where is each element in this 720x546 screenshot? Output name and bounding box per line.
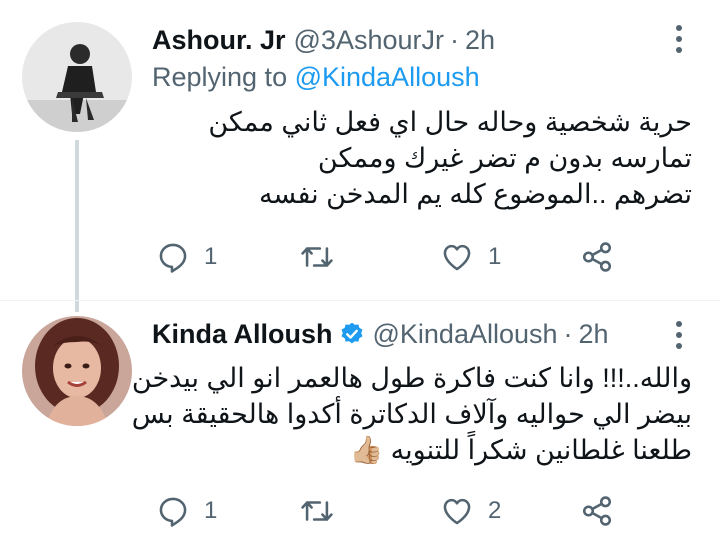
heart-icon — [443, 244, 471, 271]
like-button[interactable]: 2 — [440, 491, 501, 531]
replying-to: Replying to @KindaAlloush — [152, 62, 480, 93]
share-button[interactable] — [580, 491, 614, 531]
heart-icon — [443, 498, 471, 525]
tweet-text: والله..!!! وانا كنت فاكرة طول هالعمر انو… — [132, 360, 692, 468]
tweet-ashour[interactable]: Ashour. Jr @3AshourJr · 2h Replying to @… — [0, 0, 720, 312]
mention-link[interactable]: @KindaAlloush — [295, 62, 480, 92]
tweet-text-line: حرية شخصية وحاله حال اي فعل ثاني ممكن — [208, 107, 692, 137]
retweet-icon — [301, 247, 333, 267]
tweet-text: حرية شخصية وحاله حال اي فعل ثاني ممكن تم… — [208, 104, 692, 212]
like-count: 1 — [488, 243, 502, 270]
share-icon — [582, 242, 612, 272]
avatar[interactable] — [22, 316, 132, 426]
user-handle[interactable]: @3AshourJr — [294, 25, 444, 56]
retweet-icon — [301, 501, 333, 521]
reply-icon — [159, 497, 187, 527]
like-count: 2 — [488, 497, 502, 524]
separator-dot: · — [563, 318, 573, 349]
retweet-button[interactable] — [300, 237, 334, 277]
tweet-text-line: بيضر الي حواليه وآلاف الدكاترة أكدوا هال… — [131, 399, 692, 429]
thread-line — [75, 140, 79, 312]
timestamp[interactable]: 2h — [465, 25, 495, 56]
reply-icon — [159, 243, 187, 273]
tweet-actions: 1 2 — [152, 491, 632, 531]
more-options-icon[interactable] — [668, 318, 690, 352]
tweet-header: Kinda Alloush @KindaAlloush · 2h — [152, 314, 609, 354]
reply-count: 1 — [204, 243, 218, 270]
share-icon — [582, 496, 612, 526]
retweet-button[interactable] — [300, 491, 334, 531]
verified-badge-icon — [340, 322, 363, 344]
display-name[interactable]: Kinda Alloush — [152, 319, 333, 350]
reply-button[interactable]: 1 — [156, 237, 217, 277]
share-button[interactable] — [580, 237, 614, 277]
tweet-text-line: طلعنا غلطانين شكراً للتنويه 👍🏼 — [349, 435, 692, 465]
tweet-header: Ashour. Jr @3AshourJr · 2h — [152, 20, 495, 60]
tweet-text-line: تضرهم ..الموضوع كله يم المدخن نفسه — [258, 179, 692, 209]
user-handle[interactable]: @KindaAlloush — [373, 319, 558, 350]
avatar[interactable] — [22, 22, 132, 132]
timestamp[interactable]: 2h — [579, 319, 609, 350]
replying-to-label: Replying to — [152, 62, 295, 92]
display-name[interactable]: Ashour. Jr — [152, 25, 286, 56]
separator-dot: · — [450, 24, 460, 55]
more-options-icon[interactable] — [668, 22, 690, 56]
tweet-text-line: تمارسه بدون م تضر غيرك وممكن — [317, 143, 692, 173]
tweet-actions: 1 1 — [152, 237, 632, 277]
like-button[interactable]: 1 — [440, 237, 501, 277]
reply-count: 1 — [204, 497, 218, 524]
reply-button[interactable]: 1 — [156, 491, 217, 531]
tweet-text-line: والله..!!! وانا كنت فاكرة طول هالعمر انو… — [131, 363, 692, 393]
